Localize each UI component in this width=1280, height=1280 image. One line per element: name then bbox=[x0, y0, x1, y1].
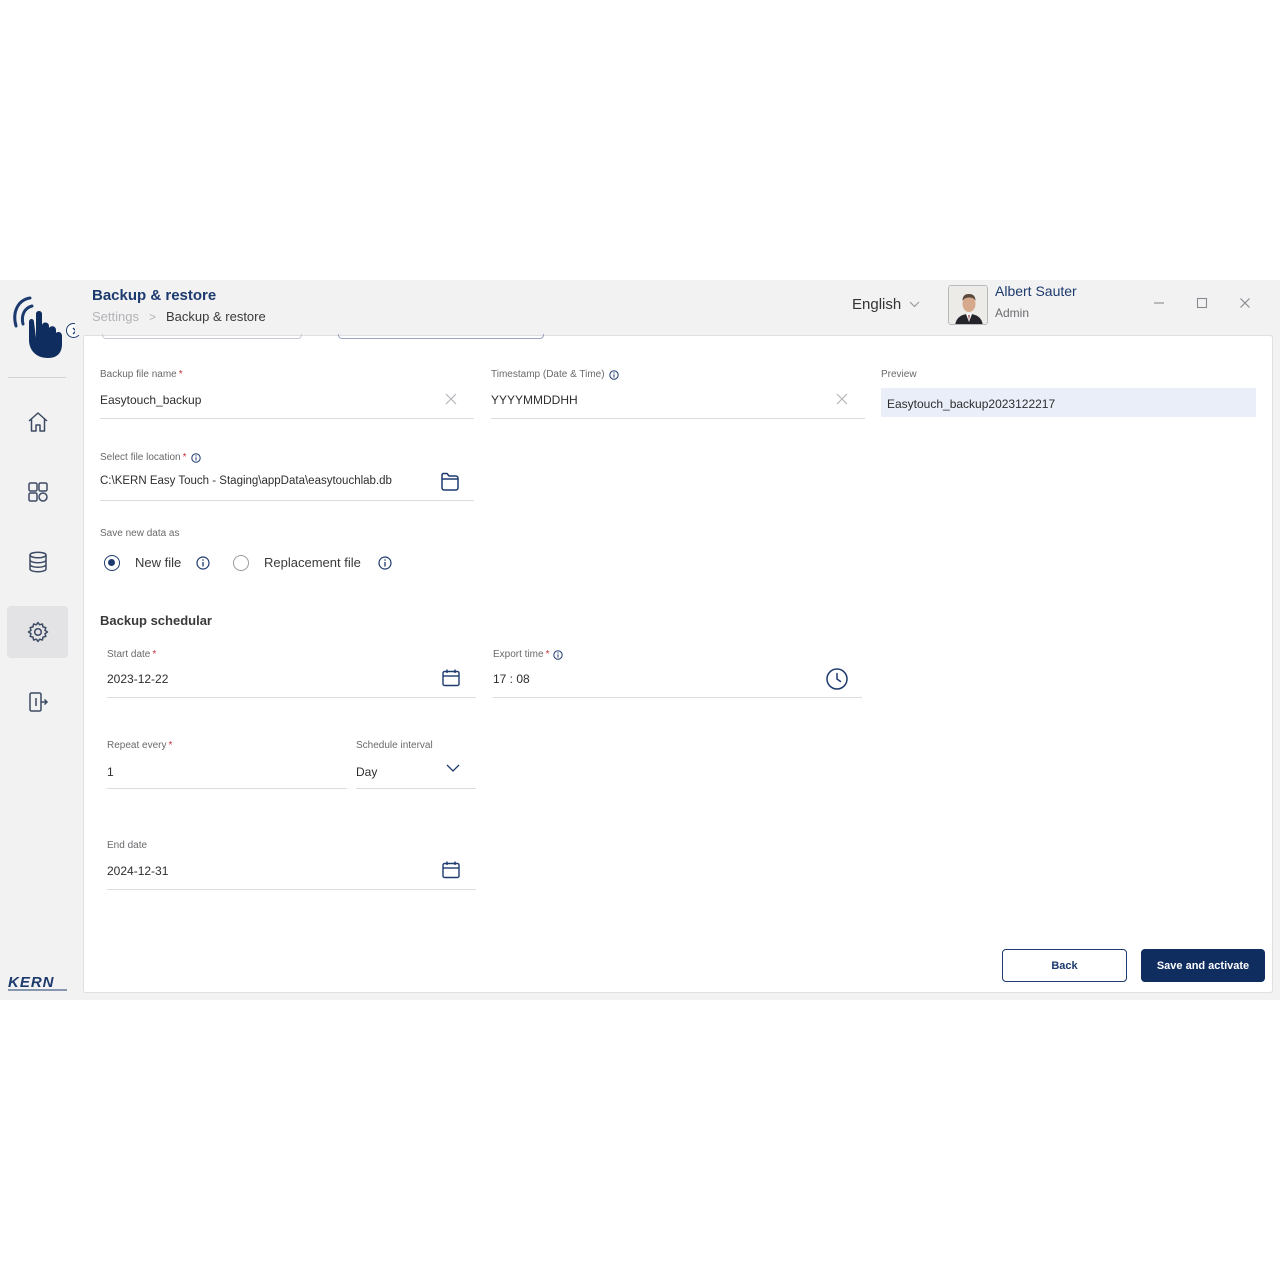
user-role: Admin bbox=[995, 306, 1030, 320]
page-title: Backup & restore bbox=[92, 287, 217, 304]
backup-file-name-input[interactable]: Easytouch_backup bbox=[100, 393, 201, 407]
clear-icon[interactable] bbox=[445, 393, 457, 405]
info-icon[interactable] bbox=[196, 556, 210, 570]
end-date-label: End date bbox=[107, 840, 148, 851]
language-label: English bbox=[852, 296, 902, 313]
file-location-underline bbox=[100, 500, 474, 501]
maximize-button[interactable] bbox=[1194, 295, 1210, 311]
preview-value: Easytouch_backup2023122217 bbox=[887, 397, 1056, 411]
tab-stub-left bbox=[102, 334, 302, 339]
timestamp-label: Timestamp (Date & Time) bbox=[491, 369, 619, 380]
preview-label: Preview bbox=[881, 369, 917, 380]
schedule-interval-label: Schedule interval bbox=[356, 740, 433, 751]
backup-file-name-label: Backup file name * bbox=[100, 369, 183, 380]
start-date-label: Start date * bbox=[107, 649, 157, 660]
kern-logo: KERN bbox=[8, 974, 67, 991]
new-file-radio[interactable] bbox=[104, 555, 120, 571]
breadcrumb-separator: > bbox=[148, 309, 156, 324]
chevron-down-icon bbox=[909, 301, 920, 308]
top-bar: Backup & restore Settings > Backup & res… bbox=[75, 280, 1280, 335]
sidebar-divider bbox=[8, 377, 66, 378]
repeat-every-label: Repeat every * bbox=[107, 740, 173, 751]
save-as-label: Save new data as bbox=[100, 528, 180, 539]
export-time-label: Export time * bbox=[493, 649, 564, 660]
user-photo bbox=[949, 286, 987, 324]
start-date-input[interactable]: 2023-12-22 bbox=[107, 672, 168, 686]
minimize-icon bbox=[1154, 302, 1164, 304]
new-file-radio-label[interactable]: New file bbox=[135, 555, 181, 570]
back-button[interactable]: Back bbox=[1002, 949, 1127, 982]
clear-icon[interactable] bbox=[836, 393, 848, 405]
sidebar: KERN bbox=[0, 280, 81, 1000]
breadcrumb: Settings > Backup & restore bbox=[92, 309, 266, 324]
backup-schedular-title: Backup schedular bbox=[100, 613, 212, 628]
backup-settings-card: Backup file name * Easytouch_backup Times… bbox=[83, 334, 1273, 993]
backup-file-name-underline bbox=[100, 418, 474, 419]
timestamp-input[interactable]: YYYYMMDDHH bbox=[491, 393, 578, 407]
language-selector[interactable]: English bbox=[852, 296, 920, 313]
file-location-input[interactable]: C:\KERN Easy Touch - Staging\appData\eas… bbox=[100, 475, 392, 487]
schedule-interval-select[interactable]: Day bbox=[356, 765, 377, 779]
close-icon bbox=[1240, 298, 1250, 308]
database-icon bbox=[28, 551, 47, 573]
svg-text:KERN: KERN bbox=[8, 974, 55, 991]
schedule-interval-underline bbox=[356, 788, 476, 789]
info-icon[interactable] bbox=[190, 452, 201, 463]
info-icon[interactable] bbox=[608, 369, 619, 380]
home-icon bbox=[28, 412, 47, 432]
start-date-underline bbox=[107, 697, 476, 698]
folder-icon[interactable] bbox=[439, 470, 461, 492]
chevron-down-icon[interactable] bbox=[446, 764, 460, 773]
export-time-underline bbox=[493, 697, 862, 698]
save-and-activate-button[interactable]: Save and activate bbox=[1141, 949, 1265, 982]
sidebar-item-home[interactable] bbox=[7, 396, 68, 448]
file-location-label: Select file location * bbox=[100, 452, 201, 463]
sidebar-item-settings[interactable] bbox=[7, 606, 68, 658]
close-button[interactable] bbox=[1237, 295, 1253, 311]
end-date-input[interactable]: 2024-12-31 bbox=[107, 864, 168, 878]
export-time-input[interactable]: 17 : 08 bbox=[493, 672, 530, 686]
touch-logo-icon bbox=[13, 296, 62, 358]
maximize-icon bbox=[1196, 297, 1208, 309]
avatar[interactable] bbox=[948, 285, 988, 325]
tab-stub-active bbox=[338, 334, 544, 339]
info-icon[interactable] bbox=[553, 649, 564, 660]
repeat-every-input[interactable]: 1 bbox=[107, 765, 114, 779]
user-name: Albert Sauter bbox=[995, 283, 1077, 299]
replacement-file-radio-label[interactable]: Replacement file bbox=[264, 555, 361, 570]
repeat-every-underline bbox=[107, 788, 347, 789]
breadcrumb-current: Backup & restore bbox=[166, 309, 266, 324]
gear-icon bbox=[27, 621, 48, 643]
calendar-icon[interactable] bbox=[441, 860, 461, 880]
sidebar-item-database[interactable] bbox=[7, 536, 68, 588]
calendar-icon[interactable] bbox=[441, 668, 461, 688]
sidebar-item-logout[interactable] bbox=[7, 676, 68, 728]
logout-icon bbox=[28, 692, 48, 712]
info-icon[interactable] bbox=[378, 556, 392, 570]
app-window: KERN Backup & restore Settings > Backup … bbox=[0, 280, 1280, 1000]
replacement-file-radio[interactable] bbox=[233, 555, 249, 571]
minimize-button[interactable] bbox=[1151, 295, 1167, 311]
timestamp-underline bbox=[491, 418, 865, 419]
clock-icon[interactable] bbox=[825, 667, 849, 691]
breadcrumb-settings-link[interactable]: Settings bbox=[92, 309, 139, 324]
grid-icon bbox=[27, 482, 48, 502]
end-date-underline bbox=[107, 889, 476, 890]
sidebar-item-apps[interactable] bbox=[7, 466, 68, 518]
